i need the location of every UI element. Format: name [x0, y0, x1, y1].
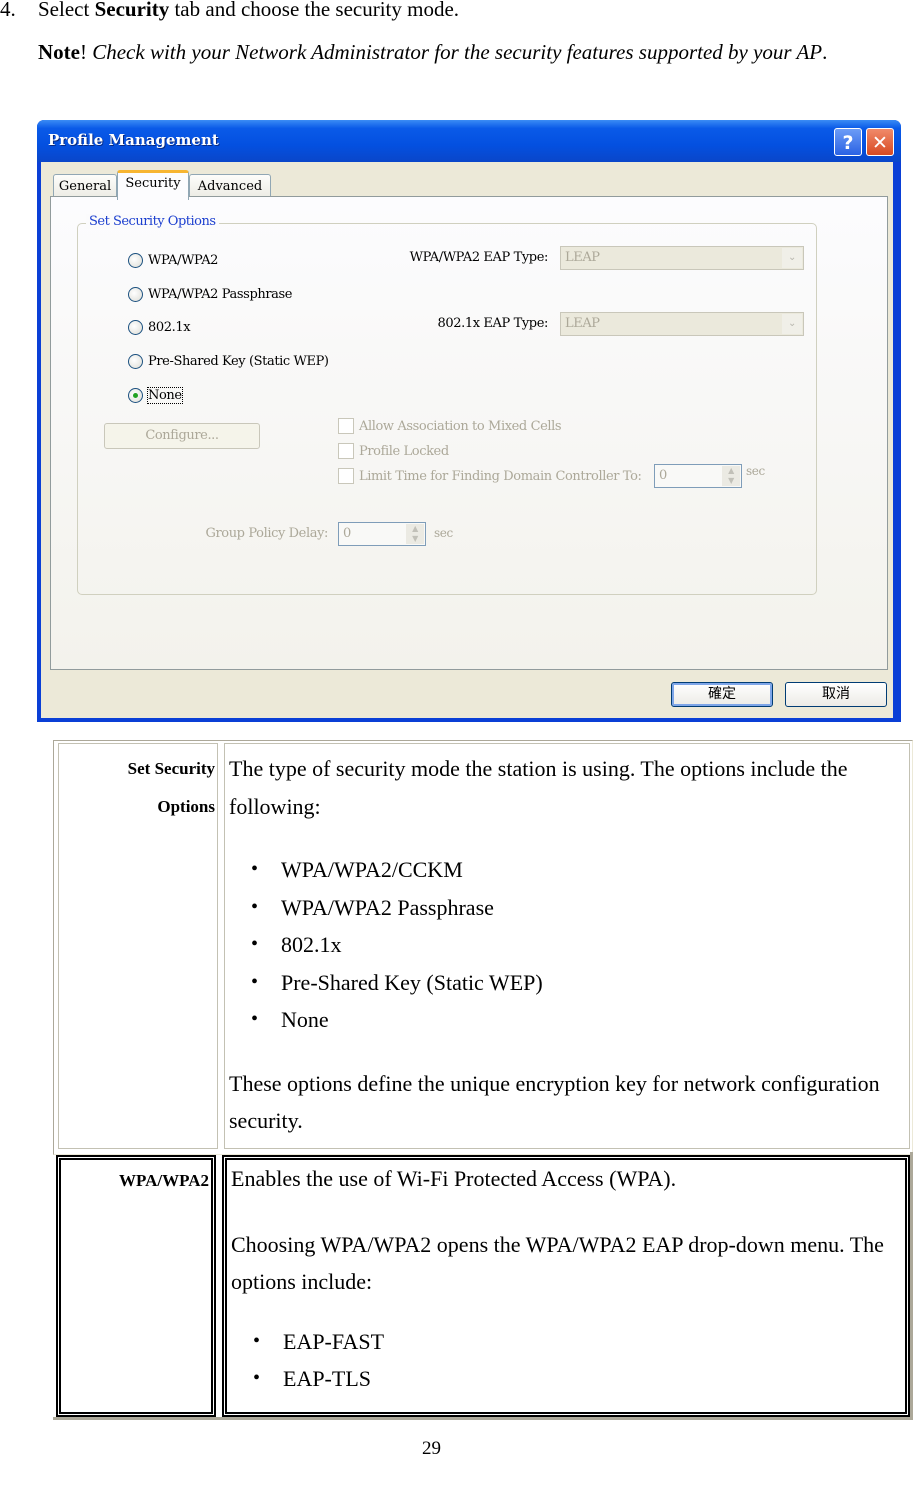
note-paragraph: Note! Check with your Network Administra… [38, 40, 828, 64]
checkbox-icon[interactable] [338, 418, 354, 434]
spin-arrows-icon[interactable]: ▲ ▼ [406, 524, 424, 544]
radio-wpa-wpa2[interactable]: WPA/WPA2 [128, 250, 218, 270]
radio-8021x[interactable]: 802.1x [128, 317, 191, 337]
wpa-eap-type-label: WPA/WPA2 EAP Type: [409, 250, 549, 265]
row-label-cell: Set Security Options [58, 743, 218, 1149]
description-para: Enables the use of Wi-Fi Protected Acces… [231, 1166, 677, 1191]
radio-wpa-passphrase[interactable]: WPA/WPA2 Passphrase [128, 284, 292, 304]
set-security-options-group: Set Security Options WPA/WPA2 WPA/WPA2 P… [77, 214, 817, 595]
8021x-eap-type-label: 802.1x EAP Type: [437, 316, 549, 331]
tab-security[interactable]: Security [117, 170, 189, 200]
chevron-down-icon[interactable]: ⌄ [782, 248, 802, 268]
limit-time-unit: sec [746, 464, 765, 478]
description-para: Choosing WPA/WPA2 opens the WPA/WPA2 EAP… [231, 1231, 884, 1295]
step-instruction: 4. Select Security tab and choose the sec… [0, 0, 459, 22]
security-emphasis: Security [94, 0, 170, 21]
configure-button[interactable]: Configure... [104, 423, 260, 449]
list-item: WPA/WPA2/CCKM [251, 851, 905, 889]
checkbox-icon[interactable] [338, 468, 354, 484]
radio-button-icon[interactable] [128, 319, 143, 335]
radio-button-checked-icon[interactable] [128, 387, 143, 403]
list-item: WPA/WPA2 Passphrase [251, 889, 905, 927]
ok-button[interactable]: 確定 [671, 682, 773, 707]
row-label: WPA/WPA2 [118, 1171, 209, 1190]
checkbox-icon[interactable] [338, 443, 354, 459]
limit-time-spinner[interactable]: 0 ▲ ▼ [654, 464, 742, 488]
wpa-eap-type-select[interactable]: LEAP ⌄ [560, 246, 804, 270]
help-button[interactable]: ? [834, 128, 862, 156]
window-title: Profile Management [48, 131, 219, 149]
security-tab-panel: Set Security Options WPA/WPA2 WPA/WPA2 P… [50, 196, 888, 670]
group-policy-delay-label: Group Policy Delay: [205, 526, 328, 541]
security-options-list: WPA/WPA2/CCKM WPA/WPA2 Passphrase 802.1x… [229, 851, 905, 1039]
tab-general[interactable]: General [53, 174, 117, 198]
description-table-row-1: Set Security Options The type of securit… [53, 740, 913, 1155]
list-item: Pre-Shared Key (Static WEP) [251, 964, 905, 1002]
spin-arrows-icon[interactable]: ▲ ▼ [722, 466, 740, 486]
radio-none[interactable]: None [128, 385, 183, 405]
note-text: Check with your Network Administrator fo… [86, 40, 823, 64]
help-icon: ? [842, 132, 854, 154]
eap-options-list: EAP-FAST EAP-TLS [231, 1323, 901, 1398]
radio-button-icon[interactable] [128, 286, 143, 302]
description-outro: These options define the unique encrypti… [229, 1070, 880, 1134]
chevron-down-icon[interactable]: ⌄ [782, 314, 802, 334]
row-description-cell: Enables the use of Wi-Fi Protected Acces… [222, 1155, 910, 1417]
close-button[interactable]: ✕ [866, 128, 894, 156]
cancel-button[interactable]: 取消 [785, 682, 887, 707]
checkbox-mixed-cells[interactable]: Allow Association to Mixed Cells [338, 416, 562, 436]
description-intro: The type of security mode the station is… [229, 756, 848, 819]
group-title: Set Security Options [86, 214, 219, 229]
list-item: EAP-TLS [253, 1360, 901, 1398]
close-icon: ✕ [872, 132, 888, 154]
checkbox-profile-locked[interactable]: Profile Locked [338, 441, 449, 461]
tab-advanced[interactable]: Advanced [189, 174, 271, 198]
title-bar[interactable]: Profile Management ? ✕ [37, 120, 901, 162]
row-label: Set Security Options [127, 759, 215, 816]
radio-pre-shared-key[interactable]: Pre-Shared Key (Static WEP) [128, 351, 329, 371]
list-item: 802.1x [251, 926, 905, 964]
page-number: 29 [422, 1438, 441, 1459]
checkbox-limit-time[interactable]: Limit Time for Finding Domain Controller… [338, 466, 654, 486]
step-number: 4. [0, 0, 16, 21]
window-client-area: General Security Advanced Set Security O… [41, 162, 893, 718]
list-item: None [251, 1001, 905, 1039]
radio-button-icon[interactable] [128, 353, 143, 369]
row-label-cell: WPA/WPA2 [56, 1155, 216, 1417]
profile-management-window: Profile Management ? ✕ General Security … [37, 120, 901, 722]
radio-button-icon[interactable] [128, 252, 143, 268]
list-item: EAP-FAST [253, 1323, 901, 1361]
group-policy-delay-spinner[interactable]: 0 ▲ ▼ [338, 522, 426, 546]
8021x-eap-type-select[interactable]: LEAP ⌄ [560, 312, 804, 336]
group-policy-delay-unit: sec [434, 526, 453, 540]
note-label: Note [38, 40, 80, 64]
row-description-cell: The type of security mode the station is… [224, 743, 910, 1149]
